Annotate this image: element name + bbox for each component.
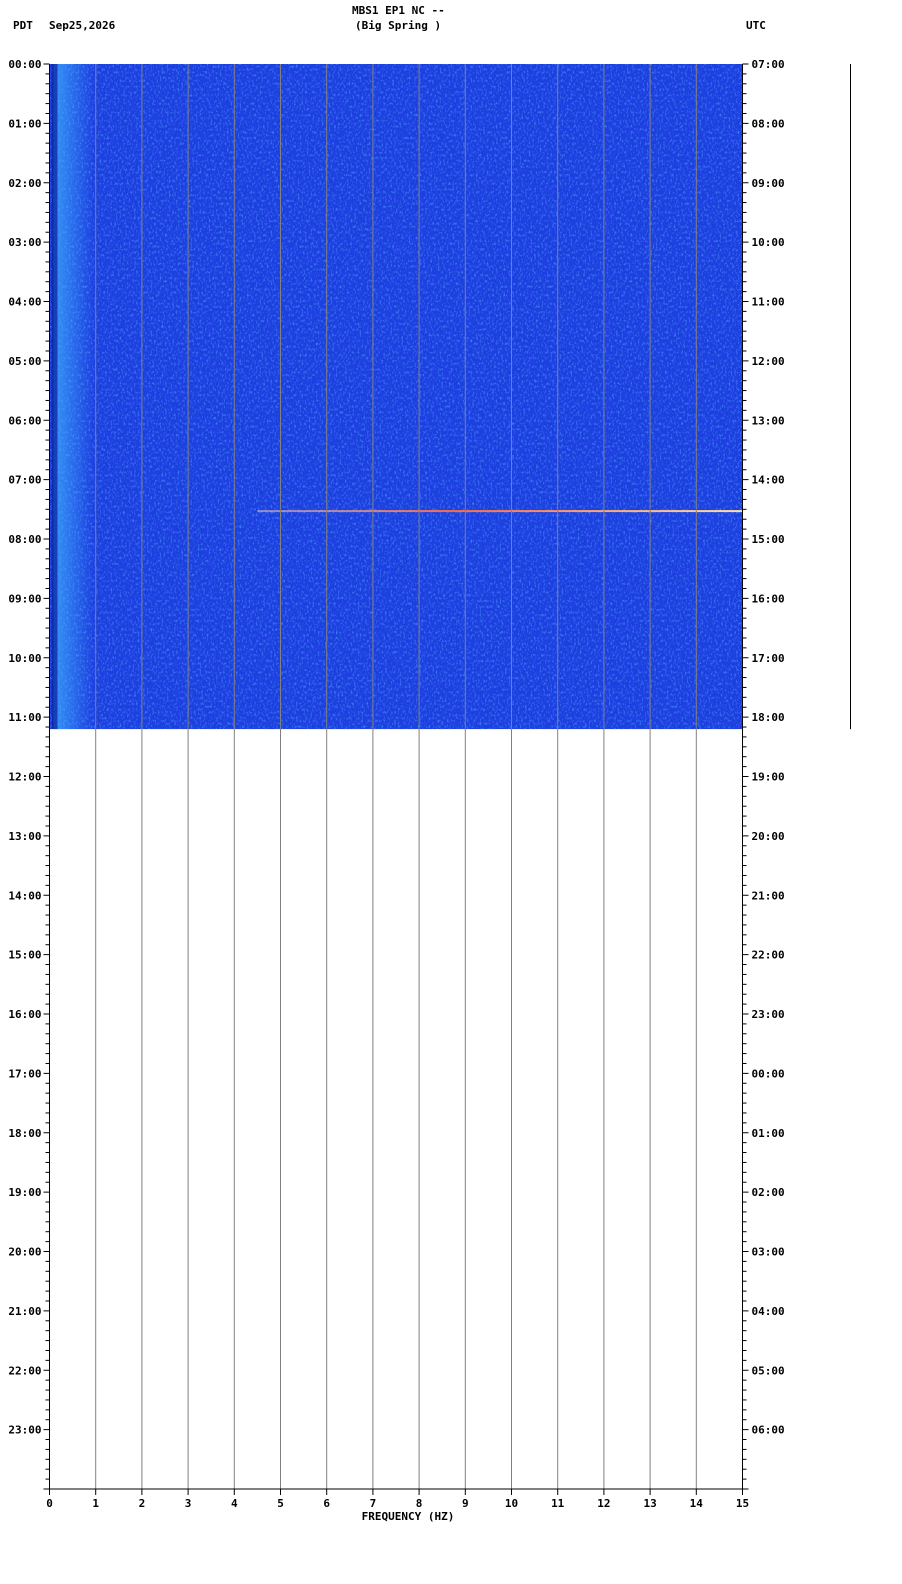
- y-left-tick-label: 08:00: [8, 533, 41, 546]
- y-right-tick-label: 12:00: [752, 355, 785, 368]
- x-tick-label: 4: [231, 1497, 238, 1510]
- y-left-tick-label: 16:00: [8, 1008, 41, 1021]
- event-line: [257, 510, 743, 513]
- y-right-tick-label: 14:00: [752, 474, 785, 487]
- x-tick-label: 7: [370, 1497, 377, 1510]
- y-right-tick-label: 21:00: [752, 889, 785, 902]
- y-right-tick-label: 22:00: [752, 949, 785, 962]
- y-left-tick-label: 02:00: [8, 177, 41, 190]
- y-left-tick-label: 22:00: [8, 1364, 41, 1377]
- x-tick-label: 15: [736, 1497, 749, 1510]
- left-edge-band: [51, 64, 58, 730]
- y-left-tick-label: 05:00: [8, 355, 41, 368]
- y-left-tick-label: 15:00: [8, 949, 41, 962]
- x-tick-label: 6: [323, 1497, 330, 1510]
- x-tick-label: 11: [551, 1497, 565, 1510]
- y-left-tick-label: 09:00: [8, 592, 41, 605]
- x-tick-label: 10: [505, 1497, 518, 1510]
- y-right-tick-label: 02:00: [752, 1186, 785, 1199]
- y-left-tick-label: 19:00: [8, 1186, 41, 1199]
- y-right-tick-label: 23:00: [752, 1008, 785, 1021]
- y-right-tick-label: 05:00: [752, 1364, 785, 1377]
- y-left-tick-label: 17:00: [8, 1067, 41, 1080]
- y-left-tick-label: 11:00: [8, 711, 41, 724]
- x-tick-label: 9: [462, 1497, 469, 1510]
- x-tick-label: 3: [185, 1497, 192, 1510]
- x-tick-label: 8: [416, 1497, 423, 1510]
- y-right-tick-label: 19:00: [752, 771, 785, 784]
- y-right-tick-label: 09:00: [752, 177, 785, 190]
- y-right-tick-label: 13:00: [752, 414, 785, 427]
- y-right-tick-label: 06:00: [752, 1424, 785, 1437]
- y-right-tick-label: 01:00: [752, 1127, 785, 1140]
- y-left-tick-label: 03:00: [8, 236, 41, 249]
- y-left-tick-label: 20:00: [8, 1246, 41, 1259]
- y-left-tick-label: 10:00: [8, 652, 41, 665]
- y-left-tick-label: 21:00: [8, 1305, 41, 1318]
- spectrogram-chart: 00:00 01:00 02:00 03:00 04:00 05:00 06:00 07:00…: [8, 58, 851, 1523]
- y-left-tick-label: 14:00: [8, 889, 41, 902]
- x-axis-label: FREQUENCY (HZ): [362, 1510, 455, 1523]
- y-left-tick-label: 06:00: [8, 414, 41, 427]
- x-tick-label: 14: [690, 1497, 704, 1510]
- y-right-tick-label: 20:00: [752, 830, 785, 843]
- y-left-tick-label: 12:00: [8, 771, 41, 784]
- y-left-tick-label: 18:00: [8, 1127, 41, 1140]
- y-right-tick-label: 16:00: [752, 592, 785, 605]
- y-left-tick-label: 04:00: [8, 296, 41, 309]
- y-right-tick-label: 17:00: [752, 652, 785, 665]
- y-right-tick-label: 04:00: [752, 1305, 785, 1318]
- spectrogram-noise: [49, 64, 743, 730]
- x-tick-label: 2: [139, 1497, 146, 1510]
- x-tick-label: 1: [92, 1497, 99, 1510]
- y-right-tick-label: 03:00: [752, 1246, 785, 1259]
- y-right-tick-label: 15:00: [752, 533, 785, 546]
- y-left-tick-label: 13:00: [8, 830, 41, 843]
- x-tick-label: 13: [643, 1497, 656, 1510]
- y-left-tick-label: 23:00: [8, 1424, 41, 1437]
- y-left-tick-label: 01:00: [8, 117, 41, 130]
- y-right-tick-label: 10:00: [752, 236, 785, 249]
- y-right-tick-label: 11:00: [752, 296, 785, 309]
- y-left-tick-label: 00:00: [8, 58, 41, 71]
- y-left-tick-label: 07:00: [8, 474, 41, 487]
- y-right-tick-label: 00:00: [752, 1067, 785, 1080]
- y-right-tick-label: 07:00: [752, 58, 785, 71]
- low-frequency-band: [53, 64, 94, 730]
- y-right-tick-label: 08:00: [752, 117, 785, 130]
- x-tick-label: 0: [46, 1497, 53, 1510]
- y-right-tick-label: 18:00: [752, 711, 785, 724]
- x-tick-label: 5: [277, 1497, 284, 1510]
- x-tick-label: 12: [597, 1497, 610, 1510]
